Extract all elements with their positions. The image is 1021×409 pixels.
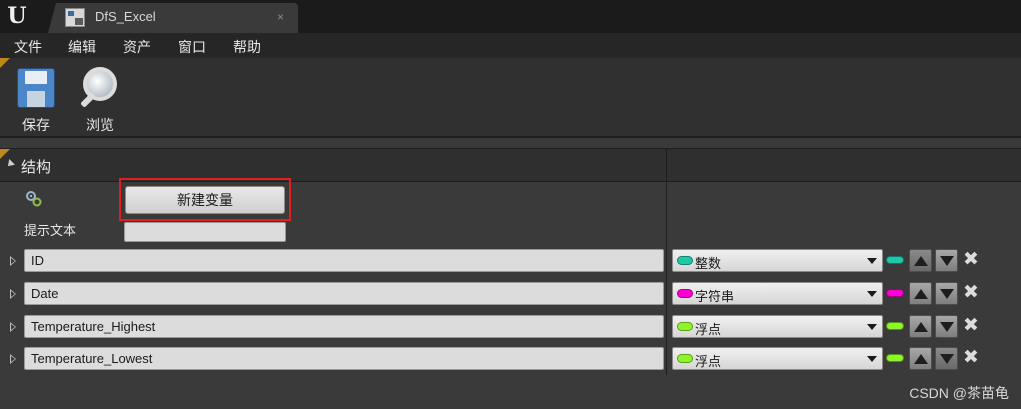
move-down-button[interactable] bbox=[935, 347, 958, 370]
expand-arrow-icon[interactable] bbox=[10, 256, 16, 266]
type-pin-icon bbox=[677, 322, 693, 331]
structure-title: 结构 bbox=[21, 159, 52, 176]
chevron-down-icon bbox=[867, 324, 877, 330]
field-row: Temperature_Highest 浮点 ✖ bbox=[0, 314, 1021, 339]
arrow-down-icon bbox=[940, 322, 954, 332]
menu-help[interactable]: 帮助 bbox=[233, 37, 261, 57]
title-bar: U DfS_Excel × bbox=[0, 0, 1021, 33]
arrow-down-icon bbox=[940, 289, 954, 299]
collapse-arrow-icon[interactable] bbox=[5, 159, 15, 169]
field-row: ID 整数 ✖ bbox=[0, 248, 1021, 273]
type-pin-icon bbox=[677, 289, 693, 298]
type-label: 整数 bbox=[695, 256, 722, 271]
field-name-input[interactable]: Temperature_Highest bbox=[24, 315, 664, 338]
save-icon bbox=[17, 68, 55, 108]
browse-button[interactable]: 浏览 bbox=[71, 65, 129, 135]
type-pin-icon bbox=[677, 354, 693, 363]
chevron-down-icon bbox=[867, 258, 877, 264]
delete-icon[interactable]: ✖ bbox=[963, 248, 979, 270]
new-variable-button[interactable]: 新建变量 bbox=[125, 186, 285, 214]
structure-header[interactable]: 结构 bbox=[0, 148, 1021, 183]
move-up-button[interactable] bbox=[909, 347, 932, 370]
menu-window[interactable]: 窗口 bbox=[178, 37, 206, 57]
arrow-up-icon bbox=[914, 322, 928, 332]
arrow-up-icon bbox=[914, 256, 928, 266]
move-down-button[interactable] bbox=[935, 282, 958, 305]
menu-asset[interactable]: 资产 bbox=[123, 37, 151, 57]
watermark: CSDN @茶苗龟 bbox=[909, 385, 1009, 401]
field-name-input[interactable]: ID bbox=[24, 249, 664, 272]
expand-arrow-icon[interactable] bbox=[10, 289, 16, 299]
container-type-icon[interactable] bbox=[886, 289, 904, 297]
tooltip-label: 提示文本 bbox=[24, 223, 77, 238]
chevron-down-icon bbox=[867, 356, 877, 362]
menu-bar: 文件 编辑 资产 窗口 帮助 bbox=[0, 33, 1021, 58]
container-type-icon[interactable] bbox=[886, 322, 904, 330]
arrow-down-icon bbox=[940, 256, 954, 266]
expand-arrow-icon[interactable] bbox=[10, 354, 16, 364]
tab-dfs-excel[interactable]: DfS_Excel × bbox=[60, 3, 298, 33]
close-icon[interactable]: × bbox=[277, 10, 284, 24]
field-name-input[interactable]: Temperature_Lowest bbox=[24, 347, 664, 370]
move-up-button[interactable] bbox=[909, 249, 932, 272]
field-row: Date 字符串 ✖ bbox=[0, 281, 1021, 306]
type-dropdown[interactable]: 浮点 bbox=[672, 347, 883, 370]
type-dropdown[interactable]: 整数 bbox=[672, 249, 883, 272]
browse-label: 浏览 bbox=[86, 117, 114, 133]
chevron-down-icon bbox=[867, 291, 877, 297]
delete-icon[interactable]: ✖ bbox=[963, 314, 979, 336]
menu-file[interactable]: 文件 bbox=[14, 37, 42, 57]
tab-title: DfS_Excel bbox=[95, 9, 156, 24]
move-down-button[interactable] bbox=[935, 315, 958, 338]
delete-icon[interactable]: ✖ bbox=[963, 281, 979, 303]
column-divider bbox=[666, 149, 667, 183]
type-pin-icon bbox=[677, 256, 693, 265]
unreal-logo-icon[interactable]: U bbox=[2, 2, 32, 30]
field-row: Temperature_Lowest 浮点 ✖ bbox=[0, 346, 1021, 371]
save-button[interactable]: 保存 bbox=[7, 65, 65, 135]
menu-edit[interactable]: 编辑 bbox=[68, 37, 96, 57]
type-dropdown[interactable]: 浮点 bbox=[672, 315, 883, 338]
type-label: 浮点 bbox=[695, 354, 722, 369]
save-label: 保存 bbox=[22, 117, 50, 133]
arrow-up-icon bbox=[914, 354, 928, 364]
tooltip-input[interactable] bbox=[124, 222, 286, 242]
field-name-input[interactable]: Date bbox=[24, 282, 664, 305]
container-type-icon[interactable] bbox=[886, 354, 904, 362]
struct-gear-icon bbox=[26, 191, 42, 207]
toolbar: 保存 浏览 bbox=[0, 58, 1021, 138]
move-up-button[interactable] bbox=[909, 282, 932, 305]
type-label: 浮点 bbox=[695, 322, 722, 337]
type-label: 字符串 bbox=[695, 289, 735, 304]
move-down-button[interactable] bbox=[935, 249, 958, 272]
move-up-button[interactable] bbox=[909, 315, 932, 338]
expand-arrow-icon[interactable] bbox=[10, 322, 16, 332]
data-table-icon bbox=[65, 8, 85, 27]
arrow-up-icon bbox=[914, 289, 928, 299]
panel-corner bbox=[0, 149, 10, 159]
type-dropdown[interactable]: 字符串 bbox=[672, 282, 883, 305]
arrow-down-icon bbox=[940, 354, 954, 364]
container-type-icon[interactable] bbox=[886, 256, 904, 264]
delete-icon[interactable]: ✖ bbox=[963, 346, 979, 368]
